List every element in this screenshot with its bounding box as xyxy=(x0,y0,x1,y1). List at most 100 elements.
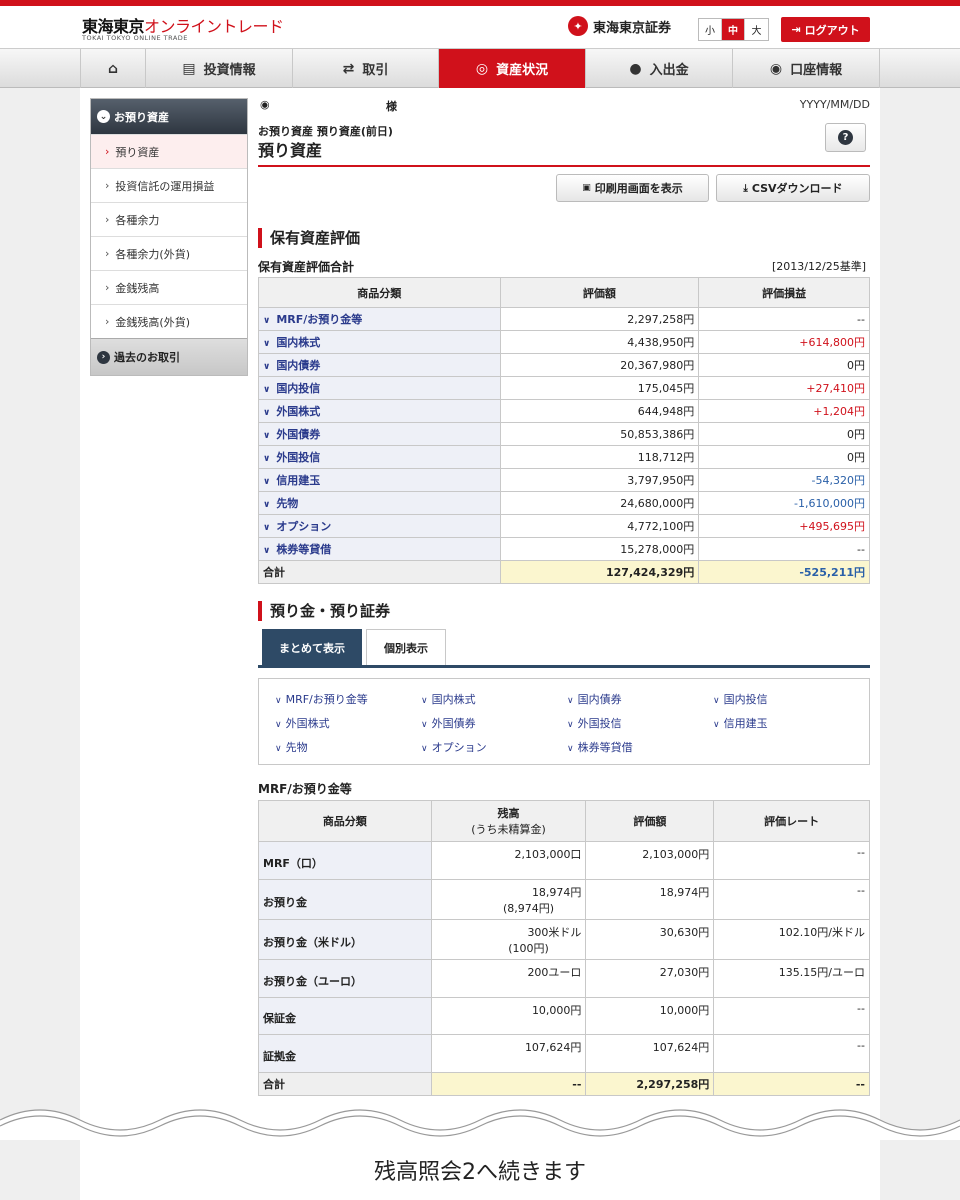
anchor-link[interactable]: ∨ 国内株式 xyxy=(421,691,476,707)
value-cell: 18,974円 xyxy=(585,879,715,920)
view-tabs: まとめて表示 個別表示 xyxy=(258,629,870,668)
nav-deposit-withdraw[interactable]: ● 入出金 xyxy=(586,49,733,88)
nav-home[interactable]: ⌂ xyxy=(80,49,146,88)
user-icon: ◉ xyxy=(260,98,270,111)
category-link[interactable]: ∨ 国内債券 xyxy=(258,353,501,377)
table-row: ∨ 外国投信 118,712円 0円 xyxy=(258,445,870,469)
mrf-subtitle: MRF/お預り金等 xyxy=(258,782,352,796)
brand: ✦ 東海東京証券 xyxy=(568,16,671,36)
category-link[interactable]: ∨ 信用建玉 xyxy=(258,468,501,492)
pl-cell: +27,410円 xyxy=(698,376,870,400)
pl-cell: 0円 xyxy=(698,445,870,469)
font-size-large-button[interactable]: 大 xyxy=(745,19,768,40)
category-link[interactable]: ∨ 先物 xyxy=(258,491,501,515)
anchor-link[interactable]: ∨ MRF/お預り金等 xyxy=(275,691,368,707)
chevron-down-icon: ∨ xyxy=(421,720,428,730)
nav-assets[interactable]: ◎ 資産状況 xyxy=(439,49,586,88)
continue-notice: 残高照会2へ続きます xyxy=(80,1140,880,1200)
pl-cell: 0円 xyxy=(698,422,870,446)
chevron-right-icon: › xyxy=(105,145,110,158)
help-button[interactable]: ? xyxy=(825,123,866,152)
anchor-link[interactable]: ∨ 外国株式 xyxy=(275,715,330,731)
category-link[interactable]: ∨ 外国株式 xyxy=(258,399,501,423)
value-cell: 24,680,000円 xyxy=(499,491,700,515)
coins-icon: ◎ xyxy=(475,60,489,77)
pl-cell: +495,695円 xyxy=(698,514,870,538)
category-link[interactable]: ∨ MRF/お預り金等 xyxy=(258,307,501,331)
column-header-rate: 評価レート xyxy=(713,800,870,842)
chevron-down-icon: ⌄ xyxy=(97,110,110,123)
category-cell: MRF（口） xyxy=(258,841,432,880)
category-link[interactable]: ∨ オプション xyxy=(258,514,501,538)
table-row: ∨ MRF/お預り金等 2,297,258円 -- xyxy=(258,307,870,331)
sidebar-item-cash-balance-foreign[interactable]: › 金銭残高(外貨) xyxy=(91,304,247,338)
chevron-down-icon: ∨ xyxy=(263,431,271,441)
main-panel: ⌄ お預り資産 › 預り資産 › 投資信託の運用損益 › 各種余力 › 各種余力(外貨)… xyxy=(80,88,880,1200)
printer-icon: ▣ xyxy=(582,183,591,193)
help-icon: ? xyxy=(838,130,853,145)
sidebar-item-fund-pl[interactable]: › 投資信託の運用損益 xyxy=(91,168,247,202)
sidebar-item-cash-balance[interactable]: › 金銭残高 xyxy=(91,270,247,304)
category-link[interactable]: ∨ 国内投信 xyxy=(258,376,501,400)
rate-cell: -- xyxy=(713,879,870,920)
sidebar-head[interactable]: ⌄ お預り資産 xyxy=(91,99,247,134)
value-cell: 3,797,950円 xyxy=(499,468,700,492)
chevron-down-icon: ∨ xyxy=(275,696,282,706)
font-size-medium-button[interactable]: 中 xyxy=(722,19,745,40)
chevron-down-icon: ∨ xyxy=(263,339,271,349)
table-row: 保証金 10,000円 10,000円 -- xyxy=(258,997,870,1035)
table-row: MRF（口） 2,103,000口 2,103,000円 -- xyxy=(258,841,870,880)
nav-trade[interactable]: ⇄ 取引 xyxy=(293,49,439,88)
logout-button[interactable]: ⇥ ログアウト xyxy=(781,17,870,42)
rate-cell: 135.15円/ユーロ xyxy=(713,959,870,998)
category-link[interactable]: ∨ 株券等貸借 xyxy=(258,537,501,561)
sidebar-item-capacity[interactable]: › 各種余力 xyxy=(91,202,247,236)
value-cell: 107,624円 xyxy=(585,1034,715,1073)
font-size-switch: 小 中 大 xyxy=(698,18,769,41)
total-pl: -525,211円 xyxy=(698,560,870,584)
anchor-link[interactable]: ∨ 国内債券 xyxy=(567,691,622,707)
balance-cell: 2,103,000口 xyxy=(430,841,587,880)
tab-combined-view[interactable]: まとめて表示 xyxy=(262,629,362,665)
anchor-link[interactable]: ∨ 外国債券 xyxy=(421,715,476,731)
chevron-down-icon: ∨ xyxy=(263,408,271,418)
value-cell: 4,772,100円 xyxy=(499,514,700,538)
sidebar-item-capacity-foreign[interactable]: › 各種余力(外貨) xyxy=(91,236,247,270)
column-header-pl: 評価損益 xyxy=(698,277,870,308)
tab-individual-view[interactable]: 個別表示 xyxy=(366,629,446,665)
total-value: 2,297,258円 xyxy=(585,1072,715,1096)
user-icon: ◉ xyxy=(769,60,783,77)
logout-icon: ⇥ xyxy=(791,23,801,36)
chevron-down-icon: ∨ xyxy=(275,720,282,730)
chevron-down-icon: ∨ xyxy=(263,362,271,372)
csv-download-button[interactable]: ⤓ CSVダウンロード xyxy=(716,174,870,202)
category-cell: お預り金（ユーロ） xyxy=(258,959,432,998)
value-cell: 20,367,980円 xyxy=(499,353,700,377)
rate-cell: -- xyxy=(713,997,870,1035)
sidebar-past-trades[interactable]: › 過去のお取引 xyxy=(91,338,247,375)
nav-investment-info[interactable]: ▤ 投資情報 xyxy=(146,49,293,88)
anchor-link[interactable]: ∨ オプション xyxy=(421,739,487,755)
base-date: [2013/12/25基準] xyxy=(772,260,866,273)
column-header-value: 評価額 xyxy=(499,277,700,308)
nav-account-info[interactable]: ◉ 口座情報 xyxy=(733,49,880,88)
category-link[interactable]: ∨ 外国債券 xyxy=(258,422,501,446)
print-view-button[interactable]: ▣ 印刷用画面を表示 xyxy=(556,174,709,202)
pl-cell: -- xyxy=(698,307,870,331)
anchor-link[interactable]: ∨ 信用建玉 xyxy=(713,715,768,731)
pl-cell: -1,610,000円 xyxy=(698,491,870,515)
total-rate: -- xyxy=(713,1072,870,1096)
chevron-right-icon: › xyxy=(105,179,110,192)
anchor-link[interactable]: ∨ 株券等貸借 xyxy=(567,739,633,755)
anchor-link[interactable]: ∨ 国内投信 xyxy=(713,691,768,707)
rate-cell: 102.10円/米ドル xyxy=(713,919,870,960)
category-link[interactable]: ∨ 外国投信 xyxy=(258,445,501,469)
sidebar-item-deposits[interactable]: › 預り資産 xyxy=(91,134,247,168)
anchor-link[interactable]: ∨ 外国投信 xyxy=(567,715,622,731)
rate-cell: -- xyxy=(713,1034,870,1073)
category-cell: 保証金 xyxy=(258,997,432,1035)
current-date: YYYY/MM/DD xyxy=(799,98,870,111)
category-link[interactable]: ∨ 国内株式 xyxy=(258,330,501,354)
anchor-link[interactable]: ∨ 先物 xyxy=(275,739,308,755)
font-size-small-button[interactable]: 小 xyxy=(699,19,722,40)
